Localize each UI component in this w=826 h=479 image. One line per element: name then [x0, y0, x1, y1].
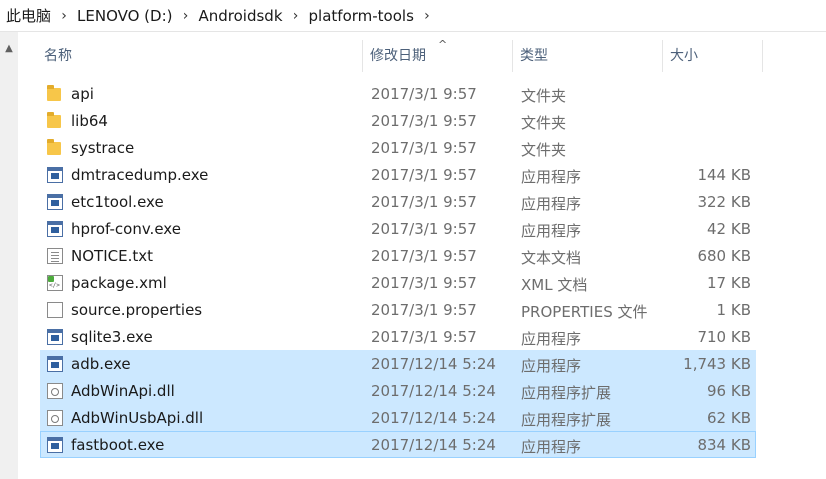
column-header-size[interactable]: 大小 [662, 38, 762, 72]
file-name: systrace [71, 139, 135, 157]
breadcrumb-item-drive[interactable]: LENOVO (D:) [77, 7, 172, 25]
file-name: adb.exe [71, 355, 131, 373]
file-row[interactable]: adb.exe 2017/12/14 5:24 应用程序 1,743 KB [40, 350, 756, 377]
file-row[interactable]: hprof-conv.exe 2017/3/1 9:57 应用程序 42 KB [40, 215, 756, 242]
dll-icon [47, 410, 63, 426]
file-row[interactable]: AdbWinApi.dll 2017/12/14 5:24 应用程序扩展 96 KB [40, 377, 756, 404]
file-name: dmtracedump.exe [71, 166, 209, 184]
file-row[interactable]: lib64 2017/3/1 9:57 文件夹 [40, 107, 756, 134]
text-file-icon [47, 248, 63, 264]
file-name: sqlite3.exe [71, 328, 153, 346]
file-name: AdbWinApi.dll [71, 382, 175, 400]
file-date-modified: 2017/3/1 9:57 [371, 328, 477, 346]
breadcrumb: 此电脑 › LENOVO (D:) › Androidsdk › platfor… [0, 0, 826, 32]
exe-icon [47, 194, 63, 210]
file-date-modified: 2017/3/1 9:57 [371, 193, 477, 211]
column-header-bar: 名称 ^ 修改日期 类型 大小 [18, 38, 826, 72]
file-list: api 2017/3/1 9:57 文件夹 lib64 2017/3/1 9:57 文件夹… [40, 80, 756, 458]
file-name: source.properties [71, 301, 203, 319]
file-size: 144 KB [697, 166, 751, 184]
file-type: 文件夹 [521, 114, 567, 132]
file-type: 应用程序 [521, 438, 582, 456]
file-row[interactable]: package.xml 2017/3/1 9:57 XML 文档 17 KB [40, 269, 756, 296]
file-size: 1,743 KB [683, 355, 751, 373]
file-date-modified: 2017/3/1 9:57 [371, 139, 477, 157]
file-name: NOTICE.txt [71, 247, 153, 265]
file-size: 62 KB [707, 409, 751, 427]
breadcrumb-item-this-pc[interactable]: 此电脑 [6, 5, 51, 26]
chevron-right-icon[interactable]: › [173, 8, 199, 24]
file-type: 文本文档 [521, 249, 582, 267]
file-name: fastboot.exe [71, 436, 165, 454]
file-size: 322 KB [697, 193, 751, 211]
file-size: 834 KB [697, 436, 751, 454]
file-row[interactable]: source.properties 2017/3/1 9:57 PROPERTIES… [40, 296, 756, 323]
folder-icon [47, 85, 61, 101]
folder-icon [47, 112, 61, 128]
file-date-modified: 2017/3/1 9:57 [371, 112, 477, 130]
file-date-modified: 2017/3/1 9:57 [371, 274, 477, 292]
file-date-modified: 2017/12/14 5:24 [371, 409, 496, 427]
generic-file-icon [47, 302, 63, 318]
file-row[interactable]: fastboot.exe 2017/12/14 5:24 应用程序 834 KB [40, 431, 756, 458]
file-type: 应用程序 [521, 195, 582, 213]
file-name: api [71, 85, 94, 103]
file-date-modified: 2017/3/1 9:57 [371, 220, 477, 238]
exe-icon [47, 221, 63, 237]
file-type: 应用程序 [521, 330, 582, 348]
file-size: 710 KB [697, 328, 751, 346]
exe-icon [47, 356, 63, 372]
column-header-name[interactable]: 名称 [36, 38, 362, 72]
file-row[interactable]: sqlite3.exe 2017/3/1 9:57 应用程序 710 KB [40, 323, 756, 350]
scroll-up-arrow-icon[interactable]: ▲ [3, 44, 15, 54]
chevron-right-icon[interactable]: › [283, 8, 309, 24]
column-header-type[interactable]: 类型 [512, 38, 662, 72]
file-size: 1 KB [716, 301, 751, 319]
file-date-modified: 2017/3/1 9:57 [371, 85, 477, 103]
file-row[interactable]: AdbWinUsbApi.dll 2017/12/14 5:24 应用程序扩展 62 … [40, 404, 756, 431]
scrollbar[interactable]: ▲ [0, 32, 18, 479]
file-name: hprof-conv.exe [71, 220, 181, 238]
chevron-right-icon[interactable]: › [51, 8, 77, 24]
file-date-modified: 2017/12/14 5:24 [371, 436, 496, 454]
file-name: AdbWinUsbApi.dll [71, 409, 204, 427]
file-size: 17 KB [707, 274, 751, 292]
file-date-modified: 2017/3/1 9:57 [371, 166, 477, 184]
column-divider[interactable] [762, 40, 763, 72]
file-date-modified: 2017/12/14 5:24 [371, 355, 496, 373]
exe-icon [47, 329, 63, 345]
file-type: 应用程序 [521, 222, 582, 240]
file-type: 文件夹 [521, 87, 567, 105]
xml-file-icon [47, 275, 63, 291]
file-type: 应用程序 [521, 168, 582, 186]
file-row[interactable]: NOTICE.txt 2017/3/1 9:57 文本文档 680 KB [40, 242, 756, 269]
file-size: 42 KB [707, 220, 751, 238]
file-date-modified: 2017/3/1 9:57 [371, 301, 477, 319]
column-header-date[interactable]: 修改日期 [362, 38, 512, 72]
file-row[interactable]: systrace 2017/3/1 9:57 文件夹 [40, 134, 756, 161]
file-row[interactable]: api 2017/3/1 9:57 文件夹 [40, 80, 756, 107]
file-size: 96 KB [707, 382, 751, 400]
chevron-right-icon[interactable]: › [414, 8, 440, 24]
file-name: etc1tool.exe [71, 193, 164, 211]
file-name: package.xml [71, 274, 167, 292]
file-name: lib64 [71, 112, 108, 130]
file-row[interactable]: dmtracedump.exe 2017/3/1 9:57 应用程序 144 KB [40, 161, 756, 188]
file-type: 应用程序扩展 [521, 411, 612, 429]
exe-icon [47, 167, 63, 183]
file-type: 文件夹 [521, 141, 567, 159]
file-row[interactable]: etc1tool.exe 2017/3/1 9:57 应用程序 322 KB [40, 188, 756, 215]
folder-icon [47, 139, 61, 155]
breadcrumb-item-androidsdk[interactable]: Androidsdk [199, 7, 283, 25]
exe-icon [47, 437, 63, 453]
file-size: 680 KB [697, 247, 751, 265]
file-date-modified: 2017/12/14 5:24 [371, 382, 496, 400]
breadcrumb-item-platform-tools[interactable]: platform-tools [309, 7, 414, 25]
dll-icon [47, 383, 63, 399]
file-type: 应用程序 [521, 357, 582, 375]
file-date-modified: 2017/3/1 9:57 [371, 247, 477, 265]
file-type: XML 文档 [521, 276, 588, 294]
file-type: 应用程序扩展 [521, 384, 612, 402]
file-type: PROPERTIES 文件 [521, 303, 648, 321]
